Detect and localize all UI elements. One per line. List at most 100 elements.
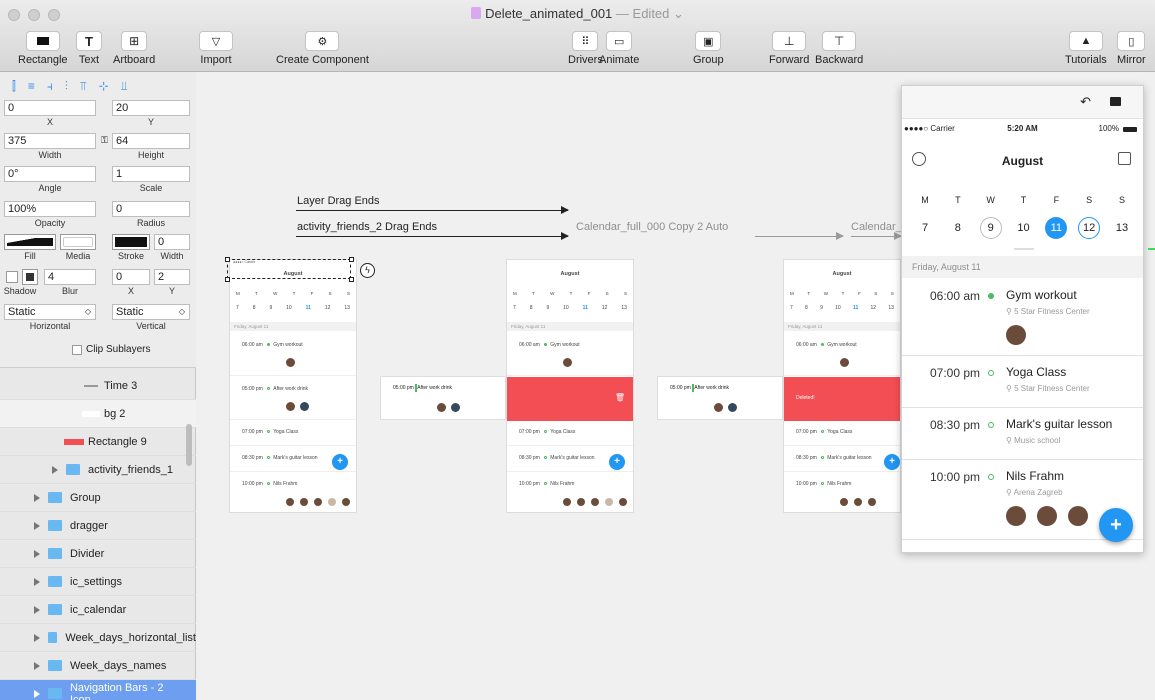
avatar[interactable] <box>1068 506 1088 526</box>
align-left-icon[interactable]: ⫿ <box>12 79 16 94</box>
date-cell[interactable]: 7 <box>914 217 936 239</box>
lightning-icon[interactable]: ϟ <box>360 263 375 278</box>
resize-handle[interactable] <box>225 277 230 282</box>
date-cell[interactable]: 11 <box>1045 217 1068 239</box>
shadow-color-swatch[interactable] <box>22 269 38 285</box>
resize-handle[interactable] <box>225 257 230 262</box>
artboard-button[interactable]: ⊞ Artboard <box>113 31 155 66</box>
distribute-horizontal-icon[interactable]: ⫶ <box>65 79 68 94</box>
chevron-down-icon[interactable]: ⌄ <box>669 6 684 21</box>
add-event-button[interactable]: + <box>1099 508 1133 542</box>
event-row[interactable]: 08:30 pm Mark's guitar lesson ⚲ Music scho… <box>902 408 1143 460</box>
layer-row[interactable]: Week_days_names <box>0 652 196 680</box>
transition-label[interactable]: Layer Drag Ends <box>297 195 380 207</box>
layer-row[interactable]: ic_settings <box>0 568 196 596</box>
layer-row[interactable]: dragger <box>0 512 196 540</box>
layer-row[interactable]: Rectangle 9 <box>0 428 196 456</box>
dragged-row-fragment[interactable]: 05:00 pm After work drink <box>657 376 783 420</box>
preview-window[interactable]: ↶ ●●●●○ Carrier 5:20 AM 100% August M T W T… <box>901 85 1144 553</box>
layer-row[interactable]: activity_friends_1 <box>0 456 196 484</box>
disclosure-triangle-icon[interactable] <box>34 521 40 530</box>
event-row[interactable]: 06:00 am Gym workout ⚲ 5 Star Fitness Cent… <box>902 279 1143 356</box>
create-component-button[interactable]: ⚙ Create Component <box>276 31 369 66</box>
disclosure-triangle-icon[interactable] <box>34 661 40 670</box>
avatar[interactable] <box>1006 325 1026 345</box>
stroke-swatch[interactable] <box>112 234 150 250</box>
tutorials-button[interactable]: ▲ Tutorials <box>1065 31 1107 66</box>
transition-label[interactable]: Calendar_full_000 Copy 2 Auto <box>576 221 728 233</box>
import-button[interactable]: ▽ Import <box>199 31 233 66</box>
date-cell[interactable]: 12 <box>1078 217 1101 239</box>
angle-field[interactable]: 0° <box>4 166 96 182</box>
mirror-button[interactable]: ▯ Mirror <box>1117 31 1146 66</box>
layer-row[interactable]: Group <box>0 484 196 512</box>
drivers-button[interactable]: ⠿ Drivers <box>568 31 603 66</box>
transition-arrow[interactable] <box>755 232 844 240</box>
date-cell[interactable]: 10 <box>1012 217 1034 239</box>
backward-button[interactable]: ⊤ Backward <box>815 31 863 66</box>
disclosure-triangle-icon[interactable] <box>52 465 58 474</box>
layer-row[interactable]: Time 3 <box>0 372 196 400</box>
layer-row[interactable]: ic_calendar <box>0 596 196 624</box>
align-bottom-icon[interactable]: ⫫ <box>121 79 128 94</box>
animate-button[interactable]: ▭ Animate <box>599 31 639 66</box>
transition-label[interactable]: activity_friends_2 Drag Ends <box>297 221 437 233</box>
layer-row[interactable]: Divider <box>0 540 196 568</box>
vertical-select[interactable]: Static ◇ <box>112 304 190 320</box>
layers-scrollbar[interactable] <box>186 424 192 466</box>
disclosure-triangle-icon[interactable] <box>34 493 40 502</box>
shadow-y-field[interactable]: 2 <box>154 269 190 285</box>
align-center-icon[interactable]: ≡ <box>28 79 35 93</box>
blur-field[interactable]: 4 <box>44 269 96 285</box>
y-field[interactable]: 20 <box>112 100 190 116</box>
artboard-frame[interactable]: August MTWTFSS 7 8 9 10 11 12 13 Friday, Augus… <box>783 259 901 513</box>
transition-arrow[interactable] <box>296 206 569 214</box>
x-field[interactable]: 0 <box>4 100 96 116</box>
artboard-frame[interactable]: ●●●●○ Carrier August MTWTFSS 7 8 9 10 11 12 13… <box>229 259 357 513</box>
transition-arrow[interactable] <box>851 232 902 240</box>
layer-row[interactable]: Navigation Bars - 2 Icon... <box>0 680 196 700</box>
disclosure-triangle-icon[interactable] <box>34 605 40 614</box>
dragged-row-fragment[interactable]: 05:00 pm After work drink <box>380 376 506 420</box>
resize-handle[interactable] <box>349 277 354 282</box>
radius-field[interactable]: 0 <box>112 201 190 217</box>
scale-field[interactable]: 1 <box>112 166 190 182</box>
layer-row[interactable]: Week_days_horizontal_list <box>0 624 196 652</box>
avatar[interactable] <box>1006 506 1026 526</box>
rectangle-button[interactable]: Rectangle <box>18 31 68 66</box>
date-cell[interactable]: 9 <box>979 217 1002 239</box>
calendar-icon[interactable] <box>1118 152 1131 165</box>
dragger[interactable] <box>1014 248 1034 250</box>
align-top-icon[interactable]: ⫪ <box>80 79 87 94</box>
date-cell[interactable]: 13 <box>1111 217 1133 239</box>
disclosure-triangle-icon[interactable] <box>34 549 40 558</box>
disclosure-triangle-icon[interactable] <box>34 633 40 642</box>
height-field[interactable]: 64 <box>112 133 190 149</box>
artboard-frame[interactable]: August MTWTFSS 7 8 9 10 11 12 13 Friday, Augus… <box>506 259 634 513</box>
stroke-width-field[interactable]: 0 <box>154 234 190 250</box>
lock-aspect-icon[interactable]: ⚿ <box>101 135 108 146</box>
width-field[interactable]: 375 <box>4 133 96 149</box>
transition-arrow[interactable] <box>296 232 569 240</box>
layer-row[interactable]: bg 2 <box>0 400 196 428</box>
group-button[interactable]: ▣ Group <box>693 31 724 66</box>
horizontal-select[interactable]: Static ◇ <box>4 304 96 320</box>
fill-swatch[interactable] <box>4 234 56 250</box>
resize-handle[interactable] <box>349 257 354 262</box>
disclosure-triangle-icon[interactable] <box>34 577 40 586</box>
undo-icon[interactable]: ↶ <box>1080 94 1091 110</box>
media-swatch[interactable] <box>60 234 96 250</box>
shadow-checkbox[interactable] <box>6 271 18 283</box>
shadow-x-field[interactable]: 0 <box>112 269 150 285</box>
disclosure-triangle-icon[interactable] <box>34 689 40 698</box>
event-row[interactable]: 07:00 pm Yoga Class ⚲ 5 Star Fitness Cente… <box>902 356 1143 408</box>
forward-button[interactable]: ⊥ Forward <box>769 31 809 66</box>
clip-sublayers-checkbox[interactable] <box>72 345 82 355</box>
selection-box[interactable] <box>227 259 351 279</box>
text-button[interactable]: T Text <box>76 31 102 66</box>
opacity-field[interactable]: 100% <box>4 201 96 217</box>
align-right-icon[interactable]: ⫞ <box>47 79 53 94</box>
video-icon[interactable] <box>1110 97 1121 106</box>
avatar[interactable] <box>1037 506 1057 526</box>
date-cell[interactable]: 8 <box>947 217 969 239</box>
